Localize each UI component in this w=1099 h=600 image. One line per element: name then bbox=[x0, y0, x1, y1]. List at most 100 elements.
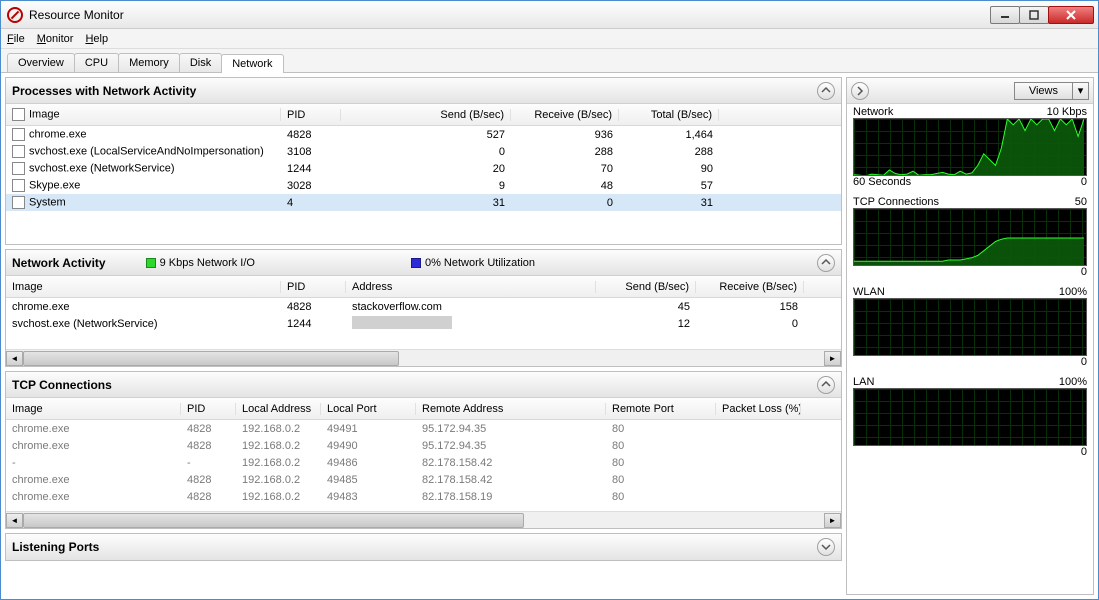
col-image[interactable]: Image bbox=[6, 108, 281, 121]
chart-name: Network bbox=[853, 106, 893, 118]
col-send[interactable]: Send (B/sec) bbox=[341, 109, 511, 121]
col-laddr[interactable]: Local Address bbox=[236, 403, 321, 415]
table-row[interactable]: Skype.exe 3028 9 48 57 bbox=[6, 177, 841, 194]
table-row[interactable]: - - 192.168.0.2 49486 82.178.158.42 80 bbox=[6, 454, 841, 471]
col-recv[interactable]: Receive (B/sec) bbox=[511, 109, 619, 121]
tab-memory[interactable]: Memory bbox=[118, 53, 180, 72]
chart-bottom-left: 60 Seconds bbox=[853, 176, 911, 188]
panel-processes: Processes with Network Activity Image PI… bbox=[5, 77, 842, 245]
col-pid[interactable]: PID bbox=[281, 281, 346, 293]
titlebar[interactable]: Resource Monitor bbox=[1, 1, 1098, 29]
views-label[interactable]: Views bbox=[1014, 82, 1073, 100]
col-image[interactable]: Image bbox=[6, 281, 281, 293]
maximize-button[interactable] bbox=[1019, 6, 1049, 24]
col-recv[interactable]: Receive (B/sec) bbox=[696, 281, 804, 293]
table-row[interactable]: chrome.exe 4828 192.168.0.2 49491 95.172… bbox=[6, 420, 841, 437]
tab-disk[interactable]: Disk bbox=[179, 53, 222, 72]
views-dropdown-icon[interactable]: ▾ bbox=[1073, 82, 1089, 100]
chart-canvas bbox=[853, 388, 1087, 446]
scroll-thumb[interactable] bbox=[23, 351, 399, 366]
col-lport[interactable]: Local Port bbox=[321, 403, 416, 415]
table-row[interactable]: chrome.exe 4828 527 936 1,464 bbox=[6, 126, 841, 143]
row-checkbox[interactable] bbox=[12, 162, 25, 175]
panel-tcp: TCP Connections Image PID Local Address … bbox=[5, 371, 842, 529]
col-image[interactable]: Image bbox=[6, 403, 181, 415]
panel-activity-header[interactable]: Network Activity 9 Kbps Network I/O 0% N… bbox=[6, 250, 841, 276]
activity-scrollbar[interactable]: ◄ ► bbox=[6, 349, 841, 366]
activity-columns: Image PID Address Send (B/sec) Receive (… bbox=[6, 276, 841, 298]
table-row[interactable]: svchost.exe (NetworkService) 1244 12 0 bbox=[6, 315, 841, 332]
tab-overview[interactable]: Overview bbox=[7, 53, 75, 72]
collapse-icon[interactable] bbox=[817, 82, 835, 100]
collapse-icon[interactable] bbox=[817, 254, 835, 272]
tab-cpu[interactable]: CPU bbox=[74, 53, 119, 72]
chart-network: Network 10 Kbps 60 Seconds 0 bbox=[847, 104, 1093, 194]
tab-network[interactable]: Network bbox=[221, 54, 283, 73]
col-address[interactable]: Address bbox=[346, 281, 596, 293]
scroll-left-icon[interactable]: ◄ bbox=[6, 513, 23, 528]
table-row[interactable]: chrome.exe 4828 192.168.0.2 49483 82.178… bbox=[6, 488, 841, 505]
scroll-left-icon[interactable]: ◄ bbox=[6, 351, 23, 366]
scroll-right-icon[interactable]: ► bbox=[824, 351, 841, 366]
panel-processes-title: Processes with Network Activity bbox=[12, 84, 196, 98]
chart-max: 50 bbox=[1075, 196, 1087, 208]
row-checkbox[interactable] bbox=[12, 128, 25, 141]
expand-icon[interactable] bbox=[817, 538, 835, 556]
panel-listening-title: Listening Ports bbox=[12, 540, 99, 554]
processes-rows: chrome.exe 4828 527 936 1,464svchost.exe… bbox=[6, 126, 841, 244]
checkbox-all[interactable] bbox=[12, 108, 25, 121]
chart-tcp-connections: TCP Connections 50 0 bbox=[847, 194, 1093, 284]
table-row[interactable]: System 4 31 0 31 bbox=[6, 194, 841, 211]
col-rport[interactable]: Remote Port bbox=[606, 403, 716, 415]
minimize-button[interactable] bbox=[990, 6, 1020, 24]
chart-name: LAN bbox=[853, 376, 874, 388]
close-button[interactable] bbox=[1048, 6, 1094, 24]
chart-max: 10 Kbps bbox=[1047, 106, 1087, 118]
legend-io: 9 Kbps Network I/O bbox=[146, 257, 255, 269]
views-button[interactable]: Views ▾ bbox=[1014, 82, 1089, 100]
col-raddr[interactable]: Remote Address bbox=[416, 403, 606, 415]
menu-help[interactable]: Help bbox=[85, 33, 108, 45]
col-total[interactable]: Total (B/sec) bbox=[619, 109, 719, 121]
chart-canvas bbox=[853, 298, 1087, 356]
col-pid[interactable]: PID bbox=[181, 403, 236, 415]
col-loss[interactable]: Packet Loss (%) bbox=[716, 403, 801, 415]
table-row[interactable]: chrome.exe 4828 192.168.0.2 49490 95.172… bbox=[6, 437, 841, 454]
chart-canvas bbox=[853, 208, 1087, 266]
tcp-scrollbar[interactable]: ◄ ► bbox=[6, 511, 841, 528]
scroll-right-icon[interactable]: ► bbox=[824, 513, 841, 528]
col-pid[interactable]: PID bbox=[281, 109, 341, 121]
legend-blue-icon bbox=[411, 258, 421, 268]
panel-activity-title: Network Activity bbox=[12, 256, 106, 270]
chart-bottom-right: 0 bbox=[1081, 266, 1087, 278]
panel-tcp-title: TCP Connections bbox=[12, 378, 112, 392]
table-row[interactable]: chrome.exe 4828 192.168.0.2 49485 82.178… bbox=[6, 471, 841, 488]
panel-tcp-header[interactable]: TCP Connections bbox=[6, 372, 841, 398]
chart-bottom-right: 0 bbox=[1081, 356, 1087, 368]
menu-file[interactable]: File bbox=[7, 33, 25, 45]
row-checkbox[interactable] bbox=[12, 179, 25, 192]
panel-listening-header[interactable]: Listening Ports bbox=[6, 534, 841, 560]
menu-monitor[interactable]: Monitor bbox=[37, 33, 74, 45]
chart-bottom-right: 0 bbox=[1081, 176, 1087, 188]
charts-container: Network 10 Kbps 60 Seconds 0 TCP Connectio… bbox=[847, 104, 1093, 464]
processes-columns: Image PID Send (B/sec) Receive (B/sec) T… bbox=[6, 104, 841, 126]
col-send[interactable]: Send (B/sec) bbox=[596, 281, 696, 293]
resource-monitor-window: Resource Monitor File Monitor Help Overv… bbox=[0, 0, 1099, 600]
table-row[interactable]: svchost.exe (NetworkService) 1244 20 70 … bbox=[6, 160, 841, 177]
chart-name: TCP Connections bbox=[853, 196, 939, 208]
side-panel: Views ▾ Network 10 Kbps 60 Seconds 0 TCP C… bbox=[846, 77, 1094, 595]
row-checkbox[interactable] bbox=[12, 196, 25, 209]
collapse-icon[interactable] bbox=[817, 376, 835, 394]
activity-rows: chrome.exe 4828 stackoverflow.com 45 158… bbox=[6, 298, 841, 349]
panel-processes-header[interactable]: Processes with Network Activity bbox=[6, 78, 841, 104]
tab-strip: Overview CPU Memory Disk Network bbox=[1, 49, 1098, 73]
row-checkbox[interactable] bbox=[12, 145, 25, 158]
window-title: Resource Monitor bbox=[29, 8, 991, 22]
table-row[interactable]: chrome.exe 4828 stackoverflow.com 45 158 bbox=[6, 298, 841, 315]
table-row[interactable]: svchost.exe (LocalServiceAndNoImpersonat… bbox=[6, 143, 841, 160]
tcp-columns: Image PID Local Address Local Port Remot… bbox=[6, 398, 841, 420]
scroll-thumb[interactable] bbox=[23, 513, 524, 528]
side-expand-icon[interactable] bbox=[851, 82, 869, 100]
chart-max: 100% bbox=[1059, 286, 1087, 298]
